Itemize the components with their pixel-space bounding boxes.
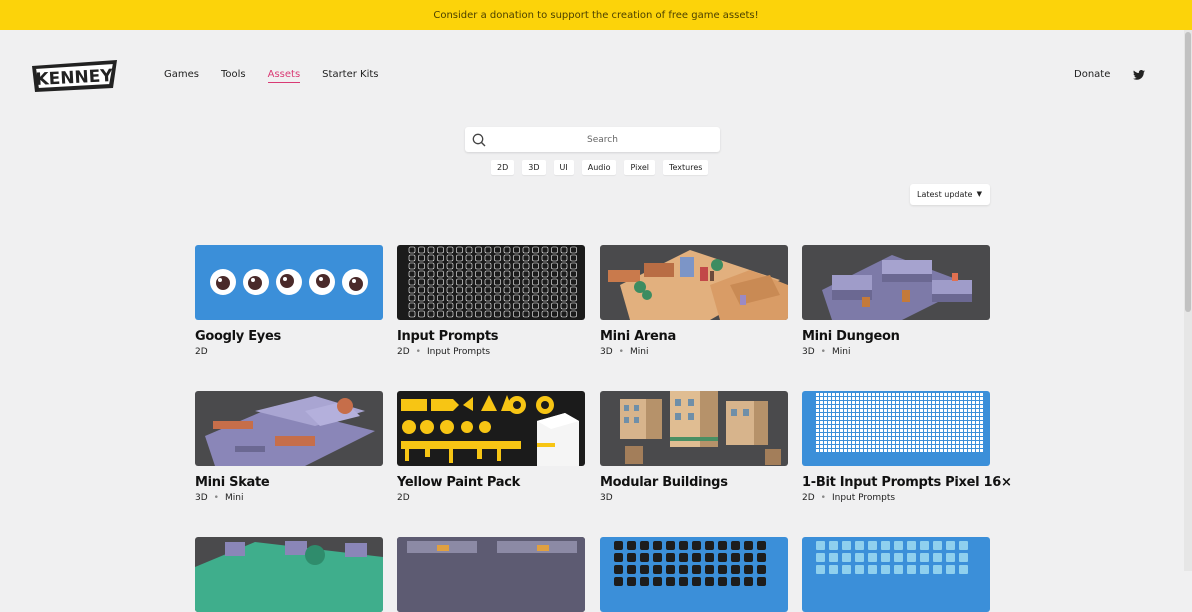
- asset-thumbnail[interactable]: [802, 245, 990, 320]
- asset-title[interactable]: Modular Buildings: [600, 475, 788, 490]
- filter-pixel[interactable]: Pixel: [624, 160, 655, 175]
- asset-tag[interactable]: Input Prompts: [427, 347, 490, 357]
- asset-type[interactable]: 2D: [195, 347, 208, 357]
- asset-type[interactable]: 3D: [195, 493, 208, 503]
- asset-tag[interactable]: Mini: [225, 493, 243, 503]
- donation-banner-text[interactable]: Consider a donation to support the creat…: [433, 10, 758, 21]
- asset-card-1-bit-input-prompts-pixel[interactable]: 1-Bit Input Prompts Pixel 16× 2D • Input P…: [802, 391, 1012, 503]
- asset-meta: 2D: [397, 493, 585, 503]
- asset-card-mini-skate[interactable]: Mini Skate 3D • Mini: [195, 391, 383, 503]
- asset-title[interactable]: Input Prompts: [397, 329, 585, 344]
- asset-card-input-prompts[interactable]: Input Prompts 2D • Input Prompts: [397, 245, 585, 357]
- asset-type[interactable]: 3D: [600, 347, 613, 357]
- search-input[interactable]: [465, 127, 720, 152]
- nav-starter-kits[interactable]: Starter Kits: [322, 69, 378, 80]
- asset-thumbnail[interactable]: [397, 391, 585, 466]
- asset-meta: 3D: [600, 493, 788, 503]
- twitter-icon[interactable]: [1133, 70, 1145, 80]
- asset-meta: 2D • Input Prompts: [802, 493, 896, 503]
- kenney-logo[interactable]: KENNEY: [29, 58, 121, 94]
- filter-ui[interactable]: UI: [553, 160, 574, 175]
- asset-meta: 2D: [195, 347, 383, 357]
- asset-meta: 3D • Mini: [600, 347, 649, 357]
- asset-card-partial[interactable]: [195, 537, 383, 612]
- asset-thumbnail[interactable]: [802, 391, 990, 466]
- asset-title[interactable]: Yellow Paint Pack: [397, 475, 585, 490]
- asset-title[interactable]: 1-Bit Input Prompts Pixel 16×: [802, 475, 1012, 490]
- filter-3d[interactable]: 3D: [522, 160, 546, 175]
- asset-card-partial[interactable]: [600, 537, 788, 612]
- asset-tag[interactable]: Mini: [630, 347, 648, 357]
- chevron-down-icon: ▼: [976, 190, 982, 198]
- asset-meta: 3D • Mini: [195, 493, 244, 503]
- asset-type[interactable]: 2D: [397, 493, 410, 503]
- search-icon: [472, 133, 486, 147]
- asset-card-partial[interactable]: [802, 537, 990, 612]
- nav-assets[interactable]: Assets: [267, 69, 300, 83]
- asset-card-partial[interactable]: [397, 537, 585, 612]
- asset-thumbnail[interactable]: [195, 391, 383, 466]
- asset-card-mini-dungeon[interactable]: Mini Dungeon 3D • Mini: [802, 245, 990, 357]
- asset-thumbnail[interactable]: [802, 537, 990, 612]
- asset-title[interactable]: Googly Eyes: [195, 329, 383, 344]
- asset-title[interactable]: Mini Arena: [600, 329, 788, 344]
- scrollbar[interactable]: [1184, 30, 1192, 571]
- asset-thumbnail[interactable]: [600, 391, 788, 466]
- nav-tools[interactable]: Tools: [221, 69, 246, 80]
- filter-audio[interactable]: Audio: [581, 160, 617, 175]
- asset-thumbnail[interactable]: [397, 245, 585, 320]
- donate-link[interactable]: Donate: [1074, 69, 1110, 80]
- scrollbar-thumb[interactable]: [1185, 32, 1191, 312]
- asset-title[interactable]: Mini Dungeon: [802, 329, 990, 344]
- asset-meta: 2D • Input Prompts: [397, 347, 491, 357]
- asset-type[interactable]: 3D: [802, 347, 815, 357]
- donation-banner[interactable]: Consider a donation to support the creat…: [0, 0, 1192, 30]
- main-nav: Games Tools Assets Starter Kits: [164, 69, 401, 83]
- asset-thumbnail[interactable]: [397, 537, 585, 612]
- asset-thumbnail[interactable]: [600, 245, 788, 320]
- filter-textures[interactable]: Textures: [662, 160, 709, 175]
- sort-selected: Latest update: [917, 190, 973, 199]
- asset-type[interactable]: 2D: [397, 347, 410, 357]
- category-filters: 2D 3D UI Audio Pixel Textures: [491, 160, 716, 175]
- asset-thumbnail[interactable]: [195, 245, 383, 320]
- sort-dropdown[interactable]: Latest update ▼: [910, 184, 990, 205]
- asset-title[interactable]: Mini Skate: [195, 475, 383, 490]
- nav-games[interactable]: Games: [164, 69, 199, 80]
- asset-card-yellow-paint-pack[interactable]: Yellow Paint Pack 2D: [397, 391, 585, 503]
- asset-thumbnail[interactable]: [600, 537, 788, 612]
- logo-text: KENNEY: [35, 66, 114, 90]
- asset-card-googly-eyes[interactable]: Googly Eyes 2D: [195, 245, 383, 357]
- filter-2d[interactable]: 2D: [491, 160, 515, 175]
- asset-type[interactable]: 3D: [600, 493, 613, 503]
- asset-card-modular-buildings[interactable]: Modular Buildings 3D: [600, 391, 788, 503]
- asset-thumbnail[interactable]: [195, 537, 383, 612]
- asset-type[interactable]: 2D: [802, 493, 815, 503]
- asset-card-mini-arena[interactable]: Mini Arena 3D • Mini: [600, 245, 788, 357]
- asset-meta: 3D • Mini: [802, 347, 851, 357]
- asset-tag[interactable]: Mini: [832, 347, 850, 357]
- asset-tag[interactable]: Input Prompts: [832, 493, 895, 503]
- search-box[interactable]: [465, 127, 720, 152]
